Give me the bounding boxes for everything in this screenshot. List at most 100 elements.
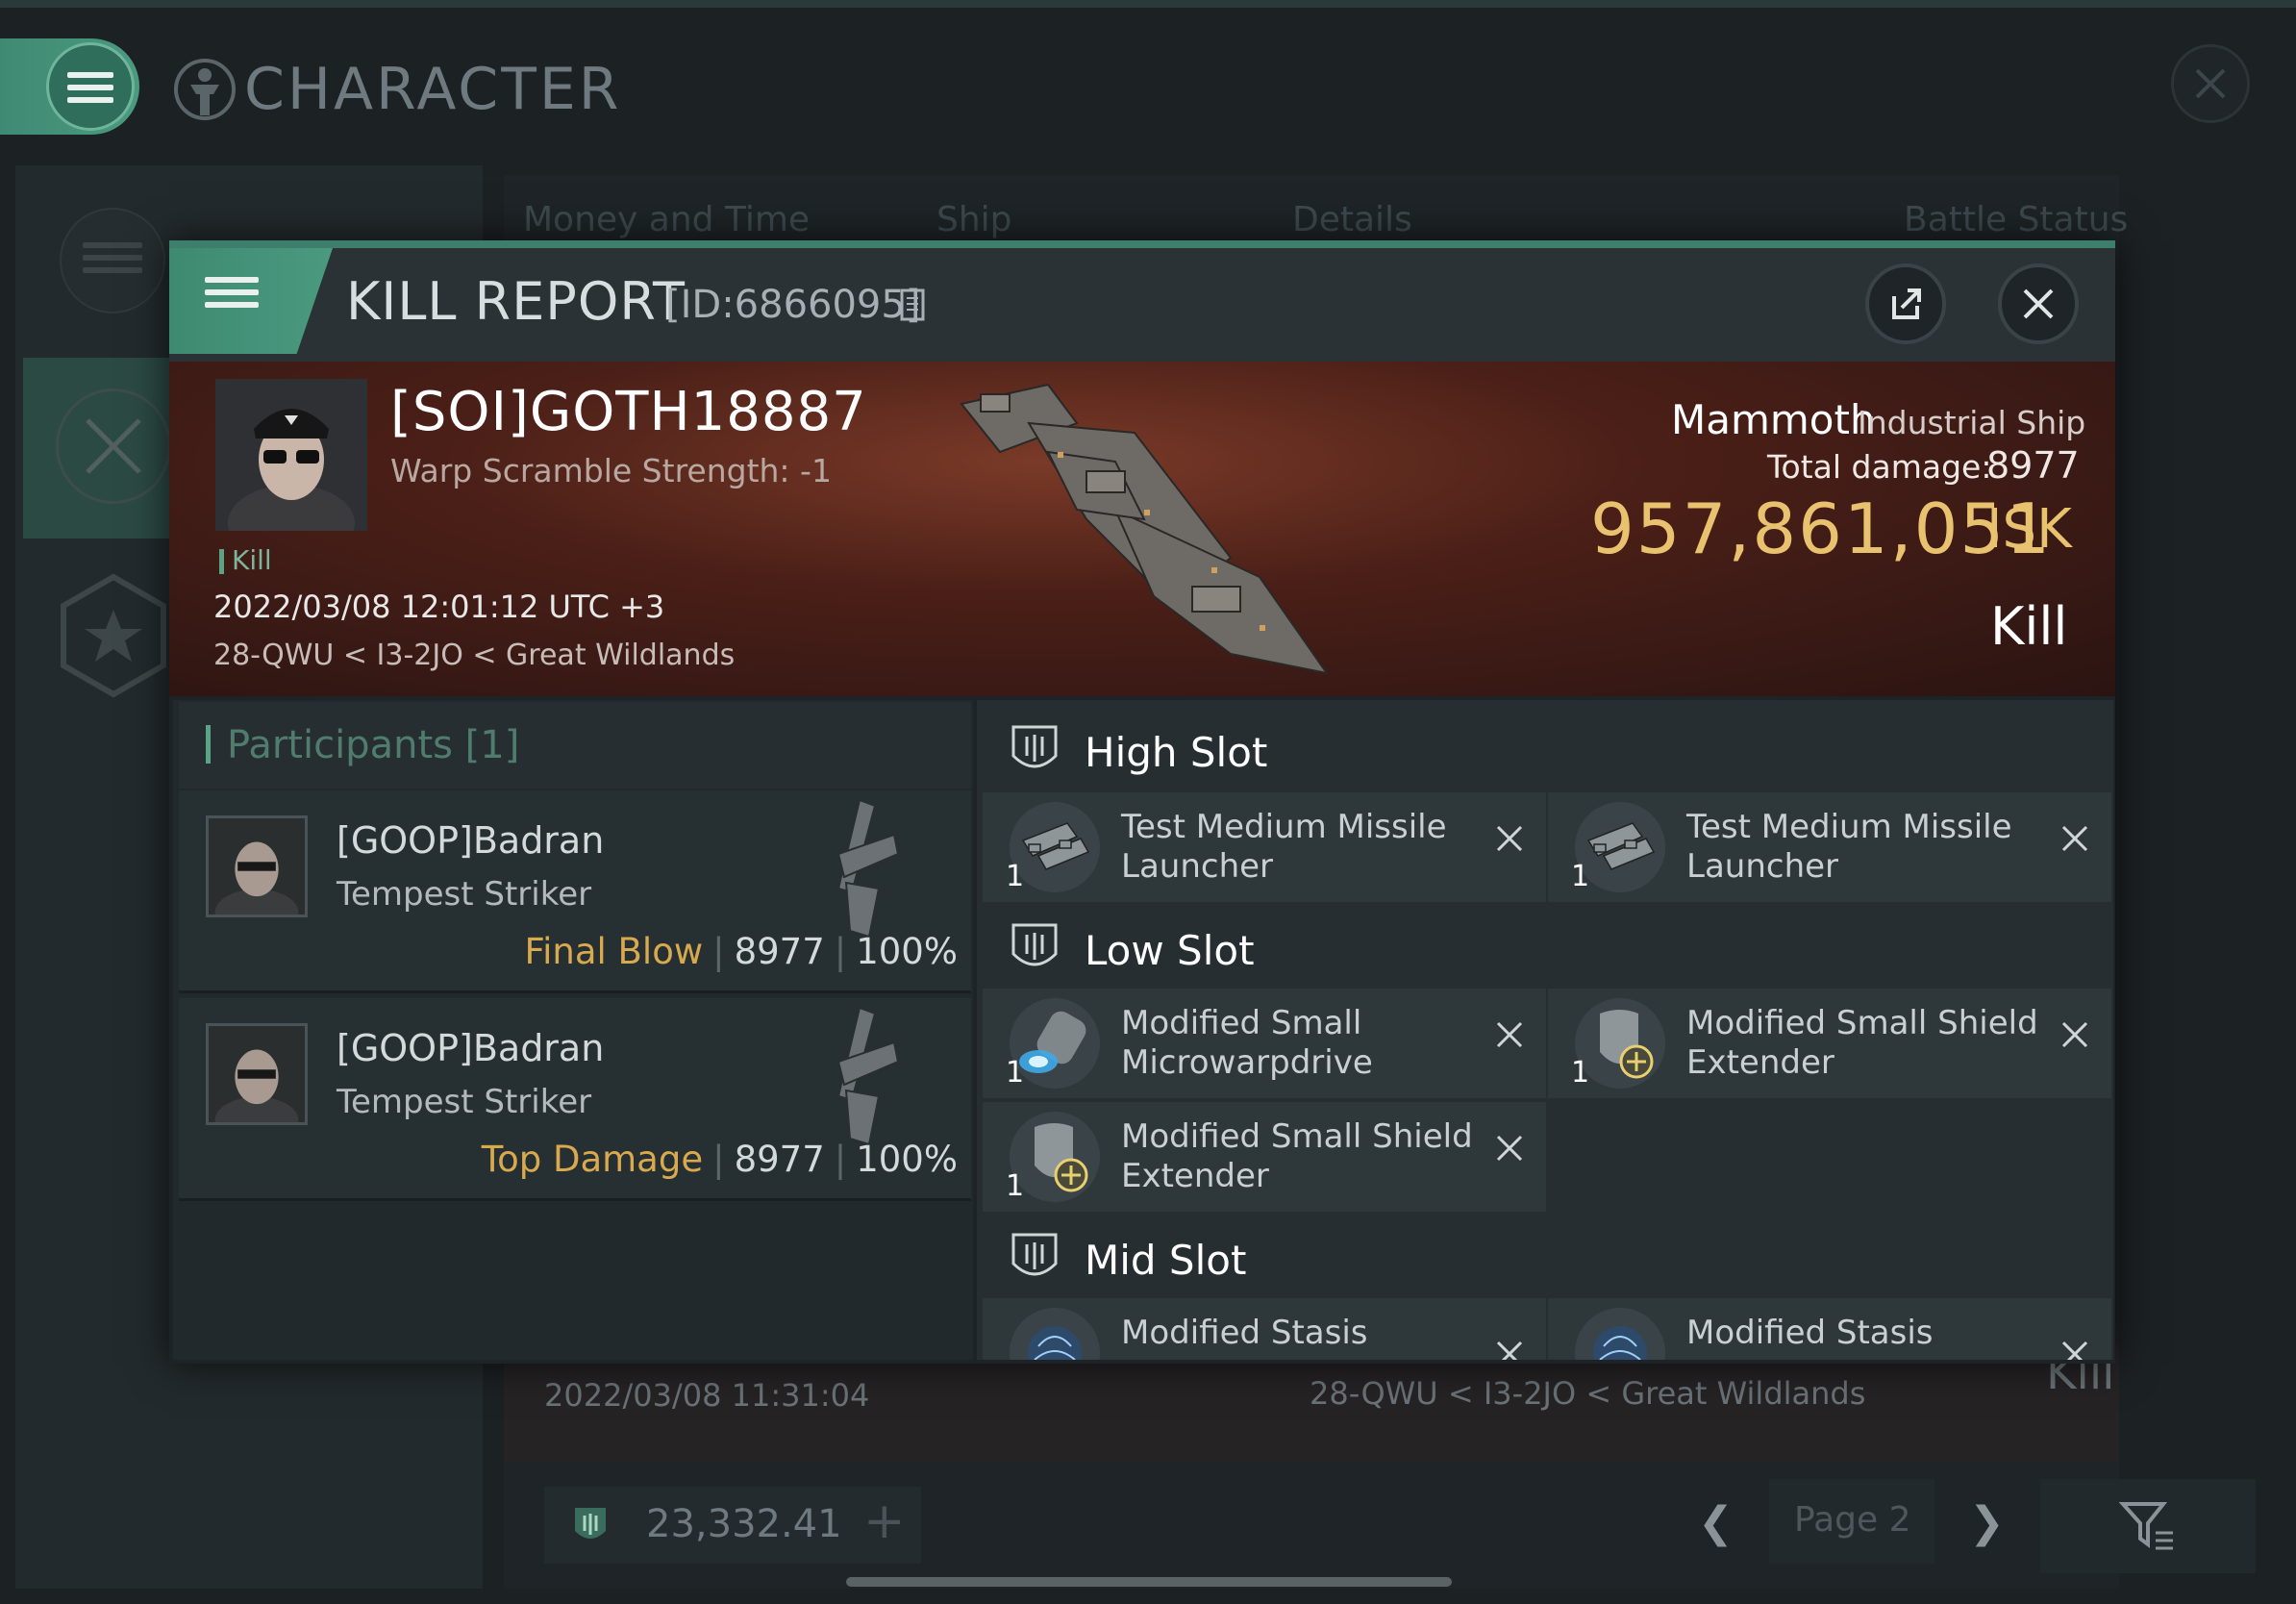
participant-damage: 8977 [734, 931, 825, 972]
fitting-item[interactable]: 1 Modified Small Shield Extender [1548, 989, 2111, 1098]
participants-accent [206, 725, 211, 764]
item-name: Test Medium Missile Launcher [1686, 808, 2012, 886]
crossed-swords-icon [56, 388, 171, 504]
participant-role: Top Damage [481, 1139, 704, 1180]
item-name: Modified Stasis [1121, 1314, 1368, 1352]
copy-icon[interactable] [900, 288, 925, 321]
window-title: CHARACTER [244, 56, 622, 123]
main-menu-button[interactable] [0, 38, 139, 135]
window-close-button[interactable] [2171, 44, 2250, 123]
destroyed-x-icon [1496, 825, 1523, 852]
kill-id: [ID:6866095] [665, 283, 921, 327]
stasis-webifier-icon [1575, 1308, 1665, 1360]
dialog-accent-line [169, 240, 2115, 248]
star-badge-icon[interactable] [58, 573, 169, 698]
fitting-item[interactable]: 1 Test Medium Missile Launcher [1548, 792, 2111, 902]
warp-scramble-strength: Warp Scramble Strength: -1 [390, 452, 832, 489]
participant-row[interactable]: [GOOP]Badran Tempest Striker Final Blow |… [179, 790, 971, 993]
side-menu-button[interactable] [60, 208, 165, 313]
slot-shield-icon [1011, 1233, 1058, 1276]
row-location: 28-QWU < I3-2JO < Great Wildlands [1310, 1375, 1866, 1412]
ship-name: Mammoth [1671, 396, 1876, 443]
victim-avatar[interactable] [215, 379, 367, 531]
item-quantity: 1 [1571, 1056, 1590, 1090]
participant-percent: 100% [856, 1139, 958, 1180]
column-header-money: Money and Time [523, 200, 811, 239]
total-damage-value: 8977 [1986, 444, 2080, 487]
filter-icon [2119, 1502, 2173, 1550]
row-date: 2022/03/08 11:31:04 [544, 1377, 870, 1414]
fitting-item[interactable]: Modified Stasis [1548, 1298, 2111, 1360]
share-button[interactable] [1865, 263, 1946, 344]
kill-tag: Kill [219, 544, 272, 576]
ship-class: Industrial Ship [1858, 404, 2086, 441]
ship-image [960, 383, 1330, 675]
item-quantity: 1 [1006, 860, 1025, 893]
column-header-status: Battle Status [1904, 200, 2129, 239]
mid-slot-header: Mid Slot [977, 1210, 2113, 1306]
stasis-webifier-icon [1010, 1308, 1100, 1360]
participant-role: Final Blow [524, 931, 704, 972]
kill-tag-label: Kill [232, 544, 272, 576]
participant-ship: Tempest Striker [337, 1083, 592, 1121]
destroyed-x-icon [2061, 825, 2088, 852]
filter-button[interactable] [2040, 1479, 2256, 1573]
participant-stats: Top Damage | 8977 | 100% [481, 1139, 958, 1180]
participant-stats: Final Blow | 8977 | 100% [524, 931, 959, 972]
scrollbar[interactable] [846, 1577, 1452, 1587]
item-name: Modified Small Microwarpdrive [1121, 1004, 1373, 1082]
battle-result: Kill [1990, 596, 2068, 657]
participant-name: [GOOP]Badran [337, 819, 605, 862]
page-indicator: Page 2 [1769, 1479, 1934, 1564]
column-header-ship: Ship [936, 200, 1012, 239]
slot-shield-icon [1011, 923, 1058, 966]
participants-title: Participants [1] [227, 723, 520, 767]
participant-ship: Tempest Striker [337, 875, 592, 914]
top-edge [0, 0, 2296, 8]
participant-percent: 100% [856, 931, 958, 972]
fitting-item[interactable]: 1 Modified Small Microwarpdrive [983, 989, 1546, 1098]
chevron-left-icon[interactable]: ❮ [1698, 1498, 1734, 1547]
low-slot-header: Low Slot [977, 900, 2113, 996]
participant-row[interactable]: [GOOP]Badran Tempest Striker Top Damage |… [179, 998, 971, 1201]
kill-datetime: 2022/03/08 12:01:12 UTC +3 [213, 589, 665, 625]
item-quantity: 1 [1571, 860, 1590, 893]
hamburger-icon [46, 42, 135, 131]
participant-avatar [206, 815, 308, 917]
column-header-details: Details [1292, 200, 1412, 239]
destroyed-x-icon [1496, 1021, 1523, 1048]
destroyed-x-icon [1496, 1341, 1523, 1360]
fitting-item[interactable]: 1 Test Medium Missile Launcher [983, 792, 1546, 902]
close-icon [2023, 288, 2054, 319]
participant-ship-image [836, 1006, 900, 1146]
fitting-item[interactable]: 1 Modified Small Shield Extender [983, 1102, 1546, 1212]
add-isk-button[interactable]: + [863, 1492, 906, 1550]
close-icon [2195, 68, 2226, 99]
destroyed-x-icon [2061, 1021, 2088, 1048]
isk-icon [575, 1508, 606, 1539]
external-link-icon [1892, 288, 1921, 319]
chevron-right-icon[interactable]: ❯ [1969, 1498, 2005, 1547]
isk-unit: ISK [1986, 498, 2072, 561]
kill-location: 28-QWU < I3-2JO < Great Wildlands [213, 639, 736, 672]
item-name: Modified Stasis [1686, 1314, 1934, 1352]
dialog-close-button[interactable] [1998, 263, 2079, 344]
slot-shield-icon [1011, 725, 1058, 768]
dialog-title: KILL REPORT [346, 271, 686, 332]
item-quantity: 1 [1006, 1056, 1025, 1090]
page-label: Page 2 [1794, 1500, 1911, 1540]
item-name: Modified Small Shield Extender [1121, 1117, 1473, 1195]
mid-slot-title: Mid Slot [1085, 1237, 1247, 1284]
participant-ship-image [836, 798, 900, 939]
item-name: Test Medium Missile Launcher [1121, 808, 1447, 886]
item-quantity: 1 [1006, 1169, 1025, 1203]
high-slot-header: High Slot [977, 702, 2113, 798]
low-slot-title: Low Slot [1085, 927, 1255, 974]
character-logo-icon [174, 59, 236, 120]
destroyed-x-icon [2061, 1341, 2088, 1360]
fitting-item[interactable]: Modified Stasis [983, 1298, 1546, 1360]
isk-loss-value: 957,861,051 [1590, 489, 2053, 569]
item-name: Modified Small Shield Extender [1686, 1004, 2038, 1082]
total-damage-label: Total damage: [1767, 448, 1992, 486]
victim-name: [SOI]GOTH18887 [390, 381, 867, 443]
